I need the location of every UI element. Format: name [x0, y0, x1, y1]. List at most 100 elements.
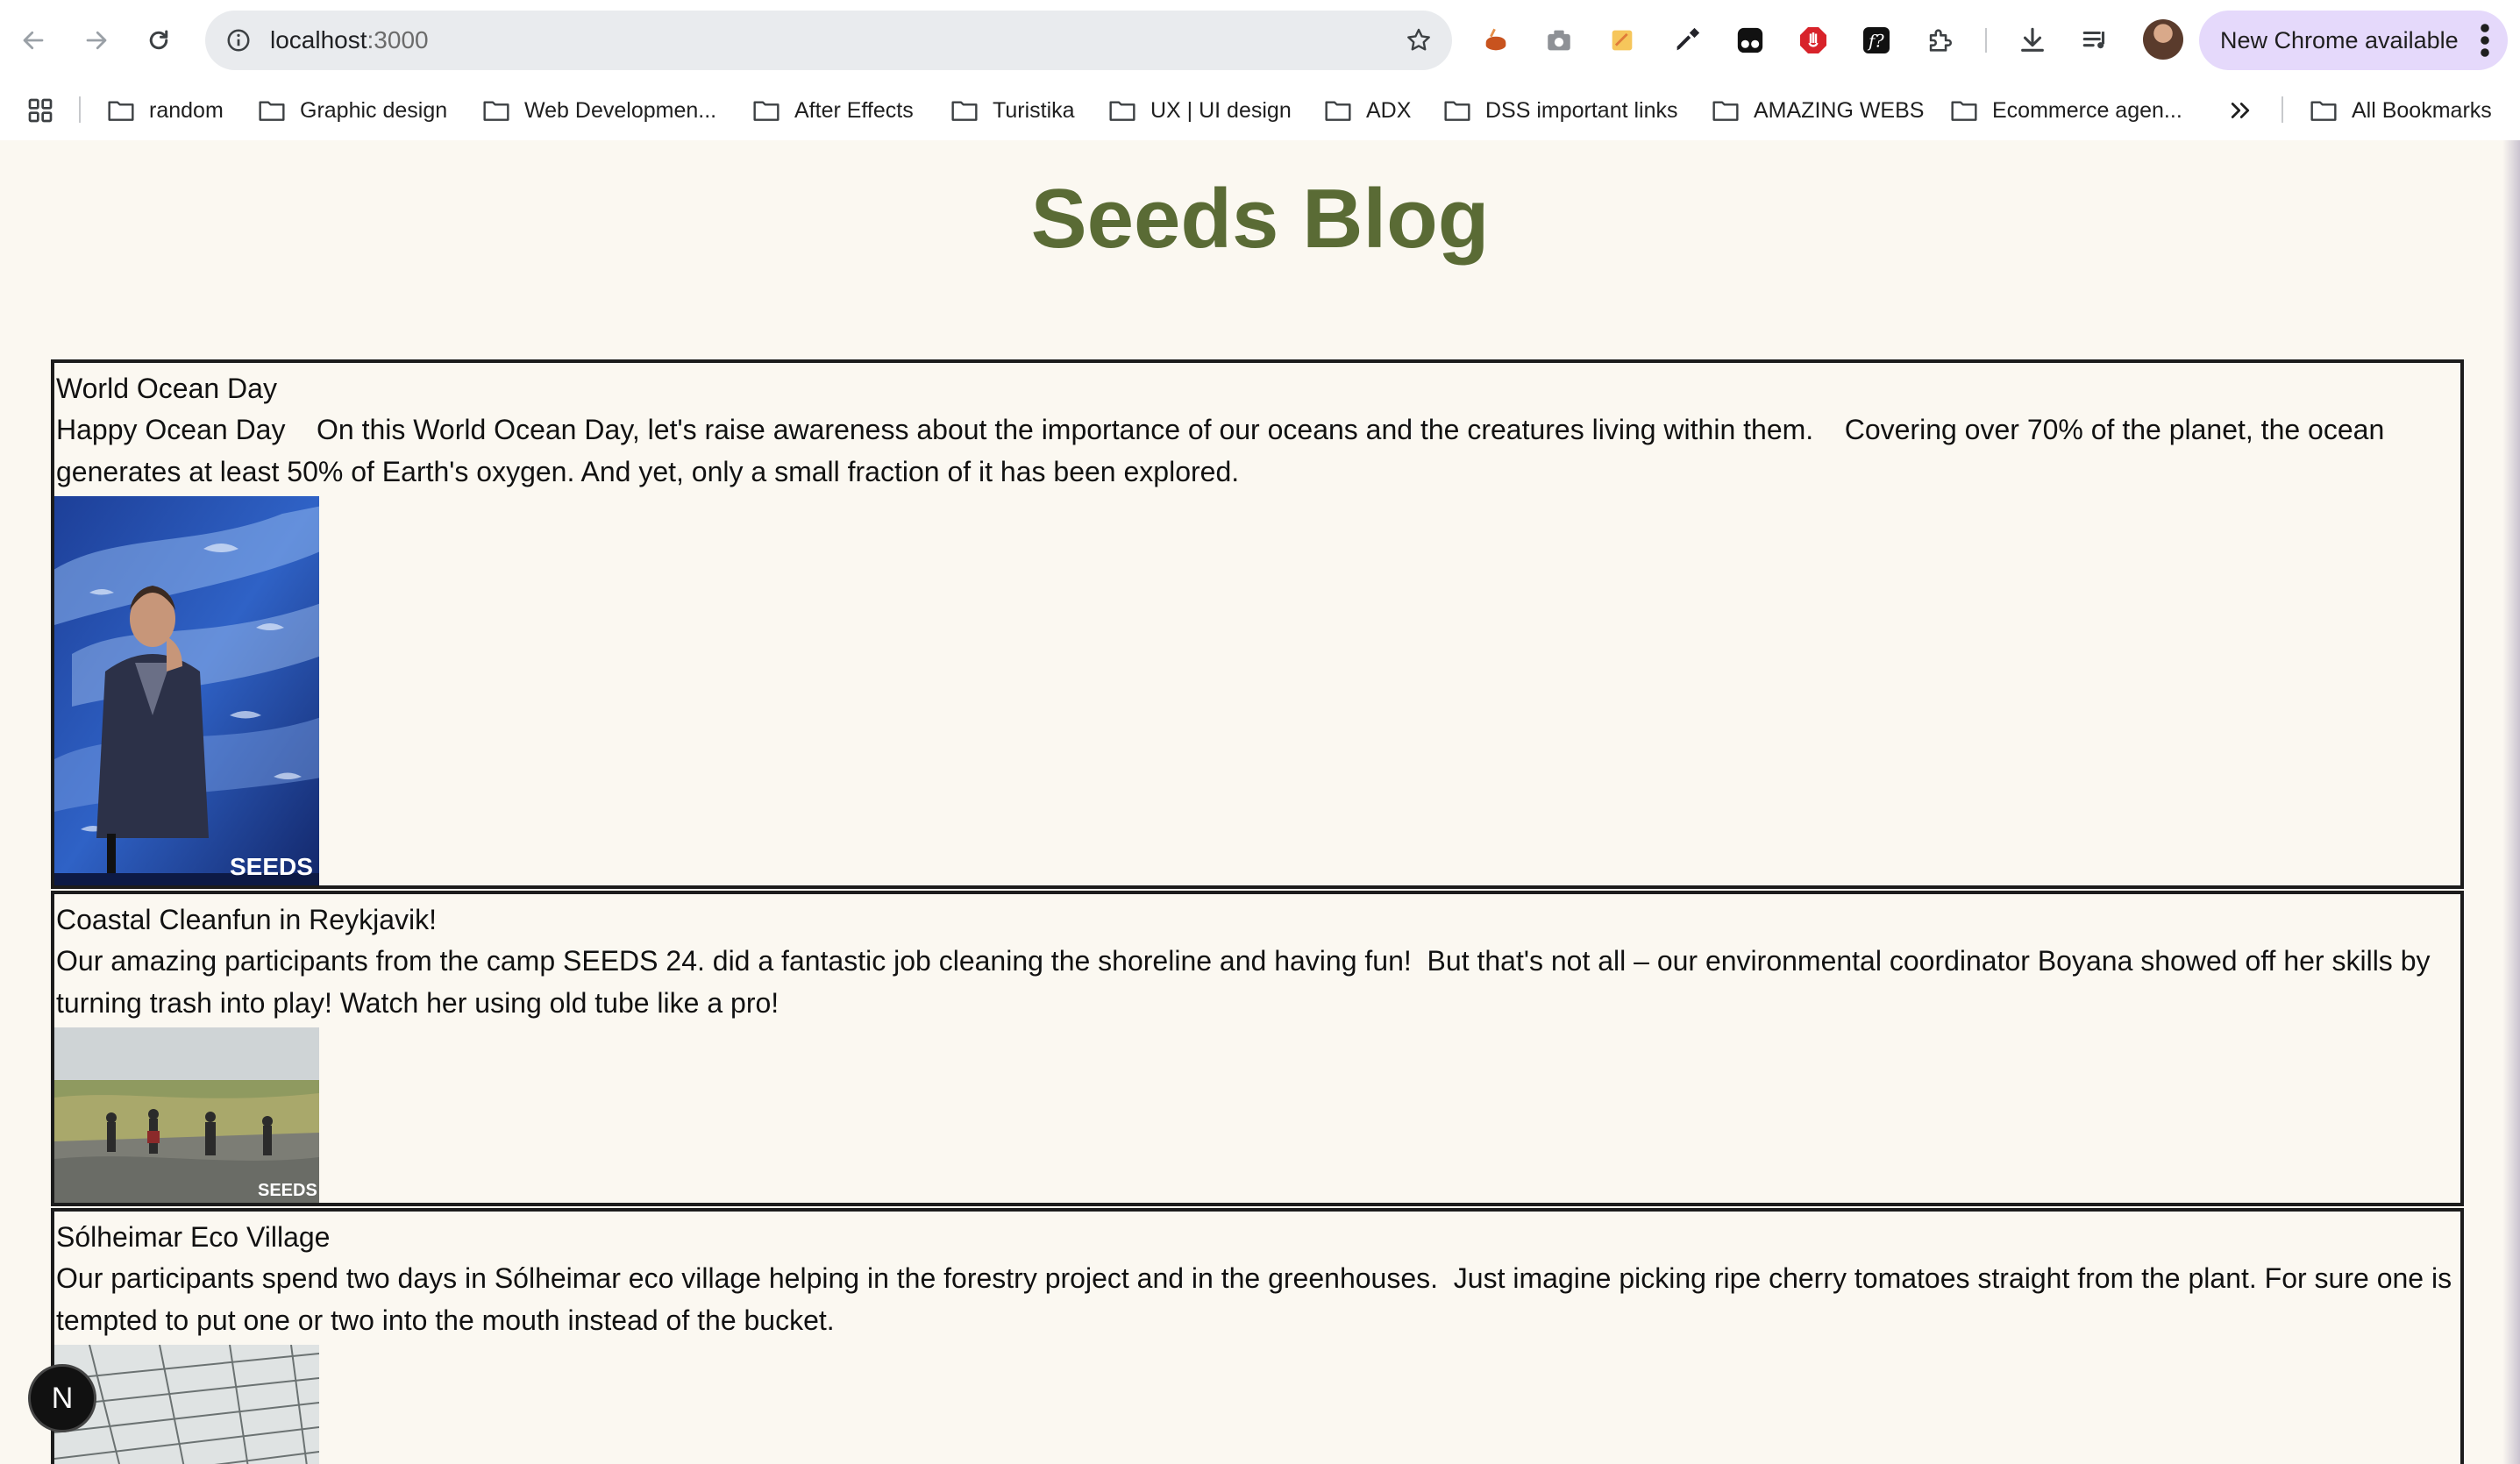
bookmark-label: Web Developmen...	[524, 97, 717, 123]
bookmark-label: ADX	[1366, 97, 1412, 123]
arrow-right-icon	[86, 31, 107, 50]
nextjs-dev-indicator-button[interactable]: N	[28, 1364, 96, 1432]
bookmark-folder[interactable]: Web Developmen...	[482, 93, 716, 128]
bookmark-folder[interactable]: random	[107, 93, 224, 128]
post-title: World Ocean Day	[56, 373, 277, 404]
image-watermark: SEEDS	[258, 1181, 317, 1200]
back-button[interactable]	[12, 19, 54, 61]
bookmark-folder[interactable]: ADX	[1324, 93, 1411, 128]
extension-button[interactable]	[1668, 21, 1706, 60]
profile-avatar[interactable]	[2143, 19, 2183, 60]
extension-button[interactable]: f?	[1857, 21, 1896, 60]
post-image: SEEDS	[54, 1027, 319, 1203]
puzzle-icon	[1929, 29, 1952, 52]
playlist-icon	[2082, 31, 2105, 49]
browser-chrome: localhost:3000 f? New Chrome available r…	[0, 0, 2520, 142]
more-vert-icon	[2481, 24, 2489, 57]
bookmark-label: Graphic design	[300, 97, 448, 123]
folder-icon	[753, 101, 779, 121]
forward-button[interactable]	[75, 19, 117, 61]
camera-icon	[1548, 30, 1570, 51]
browser-toolbar: localhost:3000 f? New Chrome available	[0, 0, 2520, 81]
post-image: SEEDS	[54, 496, 319, 885]
address-url[interactable]: localhost:3000	[270, 25, 429, 56]
bookmark-star-button[interactable]	[1398, 19, 1440, 61]
extension-button[interactable]	[1540, 21, 1578, 60]
arrow-left-icon	[23, 31, 44, 50]
bookmark-label: Turistika	[993, 97, 1075, 123]
bookmark-folder[interactable]: After Effects	[752, 93, 914, 128]
image-watermark: SEEDS	[230, 853, 313, 880]
eyedropper-icon	[1676, 27, 1700, 51]
note-icon	[1612, 30, 1633, 51]
chevron-double-right-icon	[2231, 103, 2250, 118]
extension-button[interactable]	[1603, 21, 1641, 60]
folder-icon	[108, 101, 134, 121]
toolbar-divider	[1985, 28, 1987, 53]
window-edge-shadow	[2502, 140, 2520, 1464]
bookmarks-bar: random Graphic design Web Developmen... …	[0, 81, 2520, 139]
bookmark-label: Ecommerce agen...	[1992, 97, 2182, 123]
post-body: Our amazing participants from the camp S…	[56, 945, 2438, 1019]
blog-post: Coastal Cleanfun in Reykjavik! Our amazi…	[51, 891, 2464, 1206]
all-bookmarks-button[interactable]: All Bookmarks	[2310, 93, 2492, 128]
svg-text:f?: f?	[1867, 32, 1884, 52]
chrome-update-label: New Chrome available	[2220, 26, 2459, 53]
bookmark-label: random	[149, 97, 224, 123]
ad-block-icon	[1800, 27, 1826, 53]
folder-icon	[483, 101, 509, 121]
apps-grid-icon	[28, 98, 53, 123]
tampermonkey-icon	[1737, 27, 1763, 53]
bookmark-folder[interactable]: UX | UI design	[1108, 93, 1292, 128]
star-icon	[1407, 28, 1430, 51]
bookmarks-divider	[79, 96, 81, 123]
url-port: :3000	[367, 26, 429, 53]
blog-post-list: World Ocean Day Happy Ocean Day On this …	[51, 359, 2464, 1464]
bookmark-folder[interactable]: Ecommerce agen...	[1950, 93, 2182, 128]
bookmark-label: After Effects	[794, 97, 914, 123]
download-icon	[2021, 27, 2044, 52]
folder-icon	[1712, 101, 1739, 121]
bookmark-folder[interactable]: DSS important links	[1443, 93, 1678, 128]
blog-post: World Ocean Day Happy Ocean Day On this …	[51, 359, 2464, 889]
blog-post: Sólheimar Eco Village Our participants s…	[51, 1208, 2464, 1464]
all-bookmarks-label: All Bookmarks	[2352, 97, 2492, 123]
bookmark-label: AMAZING WEBS	[1754, 97, 1925, 123]
page-title: Seeds Blog	[1030, 172, 1490, 266]
post-body: Happy Ocean Day On this World Ocean Day,…	[56, 414, 2393, 487]
post-body: Our participants spend two days in Sólhe…	[56, 1262, 2459, 1336]
site-info-button[interactable]	[217, 19, 260, 61]
folder-icon	[1951, 101, 1977, 121]
bookmark-folder[interactable]: Graphic design	[258, 93, 447, 128]
dev-badge-letter: N	[51, 1381, 74, 1415]
address-bar[interactable]: localhost:3000	[205, 11, 1452, 70]
folder-icon	[951, 101, 978, 121]
extension-button[interactable]	[1477, 21, 1515, 60]
font-icon: f?	[1863, 27, 1890, 53]
folder-icon	[1325, 101, 1351, 121]
extension-button[interactable]	[1731, 21, 1769, 60]
media-controls-button[interactable]	[2076, 21, 2115, 60]
bookmarks-divider	[2282, 96, 2283, 123]
bookmarks-overflow-button[interactable]	[2227, 93, 2267, 128]
post-title: Sólheimar Eco Village	[56, 1221, 331, 1253]
apps-button[interactable]	[26, 93, 68, 128]
bookmark-folder[interactable]: AMAZING WEBS	[1712, 93, 1924, 128]
downloads-button[interactable]	[2013, 21, 2052, 60]
extensions-menu-button[interactable]	[1920, 21, 1959, 60]
bookmark-folder[interactable]: Turistika	[950, 93, 1075, 128]
post-title: Coastal Cleanfun in Reykjavik!	[56, 904, 437, 935]
extension-button[interactable]	[1794, 21, 1833, 60]
bookmark-label: UX | UI design	[1150, 97, 1292, 123]
url-host: localhost	[270, 26, 367, 53]
page-content: Seeds Blog World Ocean Day Happy Ocean D…	[0, 140, 2520, 1464]
chrome-update-button[interactable]: New Chrome available	[2199, 11, 2508, 70]
bookmark-label: DSS important links	[1485, 97, 1678, 123]
folder-icon	[259, 101, 285, 121]
folder-icon	[2310, 101, 2337, 121]
folder-icon	[1109, 101, 1135, 121]
reload-icon	[149, 30, 168, 50]
paint-bucket-icon	[1485, 28, 1506, 51]
info-icon	[227, 29, 250, 52]
reload-button[interactable]	[138, 19, 180, 61]
